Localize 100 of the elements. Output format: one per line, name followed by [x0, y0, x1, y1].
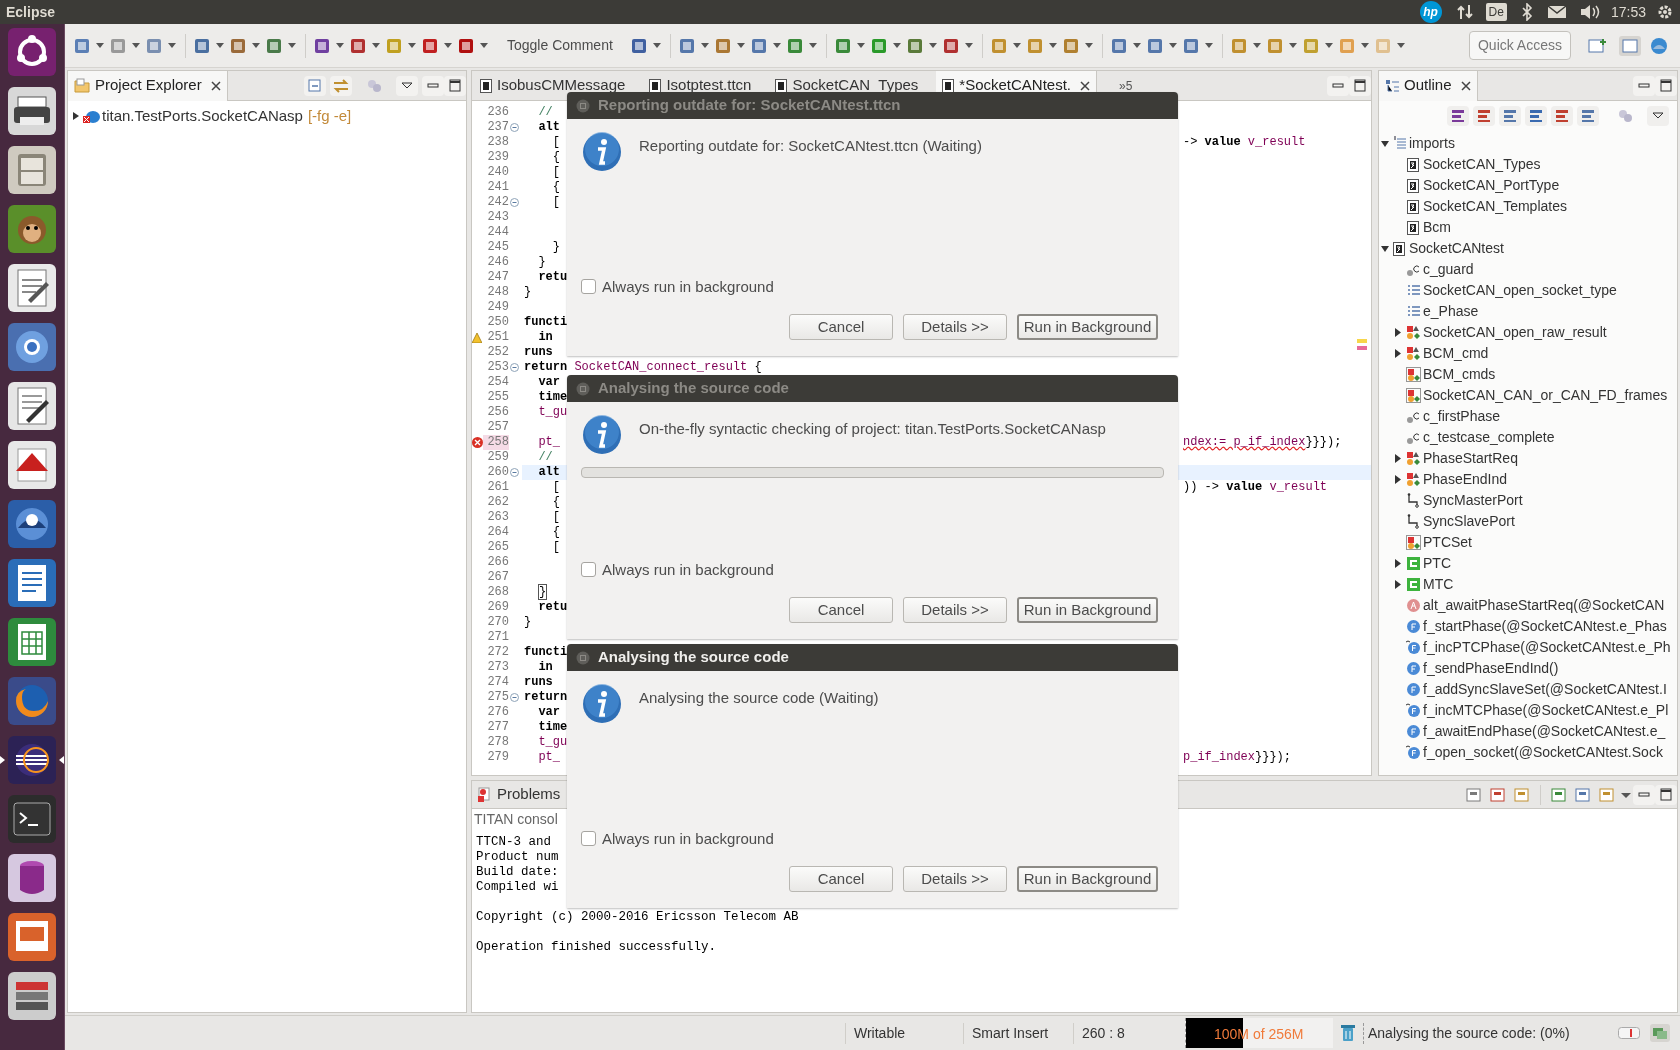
outline-item[interactable]: f_incPTCPhase(@SocketCANtest.e_Ph: [1379, 637, 1677, 658]
checkbox[interactable]: Always run in background: [581, 558, 1164, 581]
problems-tab[interactable]: Problems: [472, 779, 567, 810]
dropdown-arrow-icon[interactable]: [1204, 43, 1213, 48]
volume-icon[interactable]: [1578, 3, 1601, 21]
collapsed-arrow-icon[interactable]: [1395, 349, 1401, 358]
toolbar-icon[interactable]: [1061, 36, 1080, 55]
network-arrows-icon[interactable]: [1455, 3, 1474, 21]
dialog-button[interactable]: Cancel: [789, 866, 893, 892]
dropdown-arrow-icon[interactable]: [928, 43, 937, 48]
collapsed-arrow-icon[interactable]: [1395, 454, 1401, 463]
dialog-button[interactable]: Run in Background: [1017, 866, 1158, 892]
outline-item[interactable]: alt_awaitPhaseStartReq(@SocketCAN: [1379, 595, 1677, 616]
collapse-all-icon[interactable]: [304, 75, 326, 96]
outline-item[interactable]: BCM_cmds: [1379, 364, 1677, 385]
console-toolbar-icon[interactable]: [1598, 785, 1616, 804]
view-menu-icon[interactable]: [396, 75, 418, 96]
toolbar-icon[interactable]: [421, 36, 439, 55]
quick-access-field[interactable]: Quick Access: [1468, 31, 1571, 60]
dropdown-arrow-icon[interactable]: [1288, 43, 1297, 48]
checkbox[interactable]: Always run in background: [581, 275, 1164, 298]
outline-item[interactable]: SocketCAN_Types: [1379, 154, 1677, 175]
dialog-button[interactable]: Cancel: [789, 597, 893, 623]
collapsed-arrow-icon[interactable]: [1395, 580, 1401, 589]
outline-item[interactable]: SocketCAN_open_socket_type: [1379, 280, 1677, 301]
outline-item[interactable]: PTCSet: [1379, 532, 1677, 553]
open-perspective-icon[interactable]: [1588, 36, 1608, 55]
trash-icon[interactable]: [1341, 1024, 1355, 1042]
dialog-button[interactable]: Details >>: [903, 866, 1007, 892]
outline-tab[interactable]: Outline: [1379, 71, 1478, 101]
toolbar-icon[interactable]: [193, 36, 211, 55]
checkbox[interactable]: Always run in background: [581, 827, 1164, 850]
fold-collapse-icon[interactable]: [510, 198, 519, 207]
maximize-icon[interactable]: [1655, 75, 1677, 96]
console-toolbar-icon[interactable]: [1513, 785, 1531, 804]
toolbar-icon[interactable]: [833, 36, 852, 55]
dropdown-arrow-icon[interactable]: [700, 43, 709, 48]
dropdown-arrow-icon[interactable]: [288, 43, 296, 48]
outline-toolbar-icon[interactable]: [1551, 106, 1573, 126]
settings-icon[interactable]: [1656, 3, 1674, 21]
view-menu-icon[interactable]: [1647, 106, 1669, 126]
dropdown-arrow-icon[interactable]: [1252, 43, 1261, 48]
bluetooth-icon[interactable]: [1520, 3, 1533, 21]
toolbar-icon[interactable]: [869, 36, 888, 55]
outline-item[interactable]: SocketCANtest: [1379, 238, 1677, 259]
dialog-button[interactable]: Run in Background: [1017, 597, 1158, 623]
dropdown-arrow-icon[interactable]: [1048, 43, 1057, 48]
close-icon[interactable]: [1080, 80, 1091, 91]
dropdown-arrow-icon[interactable]: [1324, 43, 1333, 48]
collapsed-arrow-icon[interactable]: [72, 111, 80, 121]
maximize-icon[interactable]: [1349, 75, 1371, 96]
console-toolbar-icon[interactable]: [1465, 785, 1483, 804]
link-editor-icon[interactable]: [330, 75, 352, 96]
collapsed-arrow-icon[interactable]: [1395, 475, 1401, 484]
dropdown-arrow-icon[interactable]: [1132, 43, 1141, 48]
toolbar-icon[interactable]: [785, 36, 804, 55]
maximize-icon[interactable]: [444, 75, 466, 96]
toolbar-icon[interactable]: [629, 36, 648, 55]
toolbar-icon[interactable]: [713, 36, 732, 55]
expanded-arrow-icon[interactable]: [1381, 139, 1389, 148]
outline-item[interactable]: f_sendPhaseEndInd(): [1379, 658, 1677, 679]
dropdown-arrow-icon[interactable]: [216, 43, 224, 48]
dropdown-arrow-icon[interactable]: [892, 43, 901, 48]
console-toolbar-icon[interactable]: [1489, 785, 1507, 804]
outline-item[interactable]: f_incMTCPhase(@SocketCANtest.e_Pl: [1379, 700, 1677, 721]
dialog-button[interactable]: Cancel: [789, 314, 893, 340]
dropdown-arrow-icon[interactable]: [372, 43, 380, 48]
clock[interactable]: 17:53: [1610, 1, 1646, 23]
outline-item[interactable]: SyncSlavePort: [1379, 511, 1677, 532]
outline-item[interactable]: c_firstPhase: [1379, 406, 1677, 427]
fold-collapse-icon[interactable]: [510, 123, 519, 132]
toolbar-icon[interactable]: [1181, 36, 1200, 55]
dropdown-arrow-icon[interactable]: [1084, 43, 1093, 48]
fold-collapse-icon[interactable]: [510, 468, 519, 477]
outline-item[interactable]: f_startPhase(@SocketCANtest.e_Phas: [1379, 616, 1677, 637]
collapsed-arrow-icon[interactable]: [1395, 328, 1401, 337]
dialog-button[interactable]: Run in Background: [1017, 314, 1158, 340]
dropdown-arrow-icon[interactable]: [336, 43, 344, 48]
outline-item[interactable]: imports: [1379, 133, 1677, 154]
dropdown-arrow-icon[interactable]: [856, 43, 865, 48]
toolbar-icon[interactable]: [313, 36, 331, 55]
outline-item[interactable]: PhaseEndInd: [1379, 469, 1677, 490]
toolbar-icon[interactable]: [457, 36, 475, 55]
progress-indicator-icon[interactable]: [1618, 1027, 1640, 1039]
outline-item[interactable]: e_Phase: [1379, 301, 1677, 322]
toolbar-icon[interactable]: [1109, 36, 1128, 55]
dropdown-arrow-icon[interactable]: [1168, 43, 1177, 48]
toolbar-icon[interactable]: [677, 36, 696, 55]
close-icon[interactable]: [1460, 80, 1471, 91]
dropdown-arrow-icon[interactable]: [808, 43, 817, 48]
outline-item[interactable]: SocketCAN_open_raw_result: [1379, 322, 1677, 343]
toolbar-icon[interactable]: [905, 36, 924, 55]
outline-item[interactable]: MTC: [1379, 574, 1677, 595]
dropdown-arrow-icon[interactable]: [736, 43, 745, 48]
outline-item[interactable]: Bcm: [1379, 217, 1677, 238]
console-toolbar-icon[interactable]: [1574, 785, 1592, 804]
project-explorer-tab[interactable]: Project Explorer: [68, 70, 228, 101]
outline-item[interactable]: SocketCAN_PortType: [1379, 175, 1677, 196]
dialog-button[interactable]: Details >>: [903, 314, 1007, 340]
toolbar-icon[interactable]: [349, 36, 367, 55]
